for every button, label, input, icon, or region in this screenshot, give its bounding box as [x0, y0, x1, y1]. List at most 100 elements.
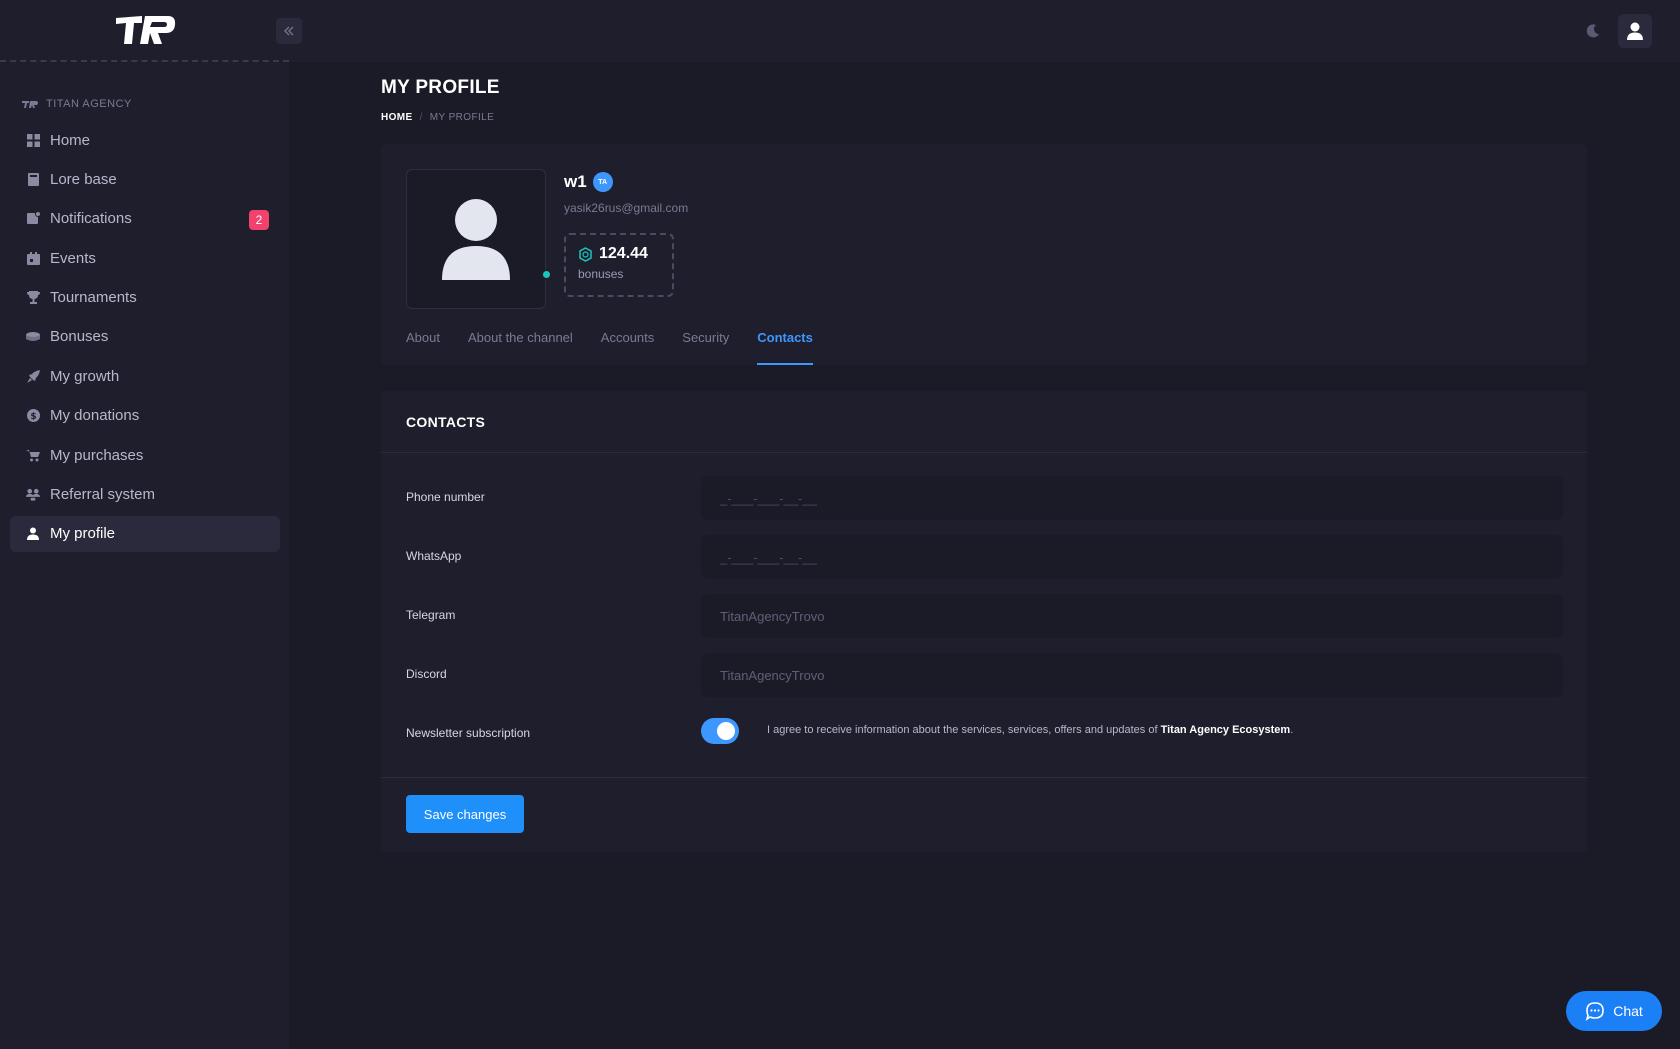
newsletter-toggle[interactable] [701, 718, 739, 744]
contacts-title: CONTACTS [406, 413, 486, 430]
tab-about[interactable]: About [406, 322, 440, 365]
calendar-icon [26, 251, 40, 265]
username-text: w1 [564, 172, 587, 191]
bonus-value: 124.44 [599, 245, 648, 262]
consent-text-end: . [1290, 724, 1294, 736]
discord-row: Discord [406, 653, 1563, 697]
brand-mini-icon [22, 101, 38, 108]
svg-text:$: $ [30, 412, 36, 422]
sidebar-item-label: My growth [50, 367, 120, 385]
rocket-icon [26, 369, 40, 383]
contacts-card-footer: Save changes [381, 777, 1587, 852]
top-bar [0, 0, 1680, 62]
sidebar-item-label: Lore base [50, 170, 117, 188]
bonus-value-row: 124.44 [578, 245, 660, 263]
whatsapp-input[interactable] [701, 535, 1563, 579]
book-icon [26, 172, 40, 186]
profile-card: w1 TA yasik26rus@gmail.com 124.44 bonuse… [381, 144, 1587, 365]
breadcrumb-home-link[interactable]: HOME [381, 112, 413, 123]
discord-input[interactable] [701, 653, 1563, 697]
sidebar-section-label: TITAN AGENCY [46, 98, 132, 110]
sidebar-item-events[interactable]: Events [10, 240, 280, 276]
user-icon [26, 527, 40, 541]
sidebar-item-label: Tournaments [50, 289, 137, 307]
telegram-row: Telegram [406, 594, 1563, 638]
notification-count-badge: 2 [249, 209, 269, 230]
tab-about-the-channel[interactable]: About the channel [468, 322, 573, 365]
sidebar-item-label: Home [50, 131, 91, 149]
logo-area [0, 0, 289, 62]
sidebar-item-home[interactable]: Home [10, 122, 280, 158]
hexagon-coin-icon [579, 246, 592, 262]
tab-accounts[interactable]: Accounts [601, 322, 654, 365]
sidebar-item-referral-system[interactable]: Referral system [10, 477, 280, 513]
verified-badge-text: TA [598, 178, 608, 186]
save-changes-button[interactable]: Save changes [406, 795, 524, 833]
sidebar-nav: Home Lore base Notifications 2 Events To… [10, 122, 280, 555]
newsletter-consent-text: I agree to receive information about the… [767, 724, 1293, 736]
avatar[interactable] [406, 169, 546, 309]
newsletter-label: Newsletter subscription [406, 726, 531, 740]
tab-contacts[interactable]: Contacts [757, 322, 813, 365]
breadcrumb: HOME / MY PROFILE [381, 112, 494, 123]
sidebar-item-my-profile[interactable]: My profile [10, 515, 280, 552]
profile-name: w1 TA [564, 172, 613, 192]
page-title: MY PROFILE [381, 77, 500, 98]
whatsapp-row: WhatsApp [406, 535, 1563, 579]
sidebar: TITAN AGENCY Home Lore base Notification… [0, 62, 289, 1049]
bonus-balance-box: 124.44 bonuses [564, 233, 674, 297]
sidebar-item-label: Referral system [50, 486, 156, 504]
sidebar-item-my-growth[interactable]: My growth [10, 358, 280, 394]
tab-security[interactable]: Security [682, 322, 729, 365]
phone-input[interactable] [701, 476, 1563, 520]
sidebar-item-tournaments[interactable]: Tournaments [10, 280, 280, 316]
phone-row: Phone number [406, 476, 1563, 520]
brand-logo[interactable] [112, 12, 178, 48]
sidebar-item-label: My profile [50, 525, 116, 543]
contacts-card-header: CONTACTS [381, 391, 1587, 453]
consent-text-bold: Titan Agency Ecosystem [1160, 724, 1291, 736]
people-icon [26, 488, 40, 502]
coins-icon [26, 330, 40, 344]
sidebar-item-label: My donations [50, 407, 140, 425]
sidebar-item-my-purchases[interactable]: My purchases [10, 437, 280, 473]
user-menu-button[interactable] [1618, 14, 1652, 48]
grid-icon [26, 133, 40, 147]
toggle-knob [717, 722, 735, 740]
double-chevron-left-icon [283, 26, 294, 36]
user-icon [1627, 22, 1643, 40]
breadcrumb-separator: / [419, 112, 423, 123]
theme-toggle-button[interactable] [1582, 20, 1604, 42]
profile-email: yasik26rus@gmail.com [564, 201, 689, 215]
newsletter-row: Newsletter subscription I agree to recei… [406, 712, 1562, 756]
chat-button[interactable]: Chat [1566, 991, 1662, 1031]
telegram-input[interactable] [701, 594, 1563, 638]
sidebar-item-lore-base[interactable]: Lore base [10, 161, 280, 197]
sidebar-item-label: Notifications [50, 210, 132, 228]
sidebar-section-header: TITAN AGENCY [22, 98, 132, 110]
user-placeholder-icon [442, 199, 510, 280]
sidebar-item-label: Events [50, 249, 96, 267]
sidebar-item-my-donations[interactable]: $ My donations [10, 398, 280, 434]
consent-text: I agree to receive information about the… [767, 724, 1161, 736]
bell-icon [26, 212, 40, 226]
collapse-sidebar-button[interactable] [276, 18, 302, 44]
online-status-indicator [541, 269, 552, 280]
moon-icon [1586, 24, 1599, 38]
contacts-card: CONTACTS Phone number WhatsApp Telegram … [381, 391, 1587, 852]
sidebar-item-notifications[interactable]: Notifications 2 [10, 201, 280, 237]
breadcrumb-current: MY PROFILE [429, 112, 495, 123]
whatsapp-label: WhatsApp [406, 549, 462, 563]
sidebar-item-label: Bonuses [50, 328, 109, 346]
chat-bubble-icon [1585, 1002, 1605, 1021]
dollar-icon: $ [26, 409, 40, 423]
sidebar-item-bonuses[interactable]: Bonuses [10, 319, 280, 355]
bonus-label: bonuses [578, 267, 624, 281]
phone-label: Phone number [406, 490, 485, 504]
telegram-label: Telegram [406, 608, 456, 622]
cart-icon [26, 448, 40, 462]
verified-badge-icon: TA [592, 172, 613, 192]
discord-label: Discord [406, 667, 447, 681]
trophy-icon [26, 291, 40, 305]
sidebar-item-label: My purchases [50, 446, 144, 464]
